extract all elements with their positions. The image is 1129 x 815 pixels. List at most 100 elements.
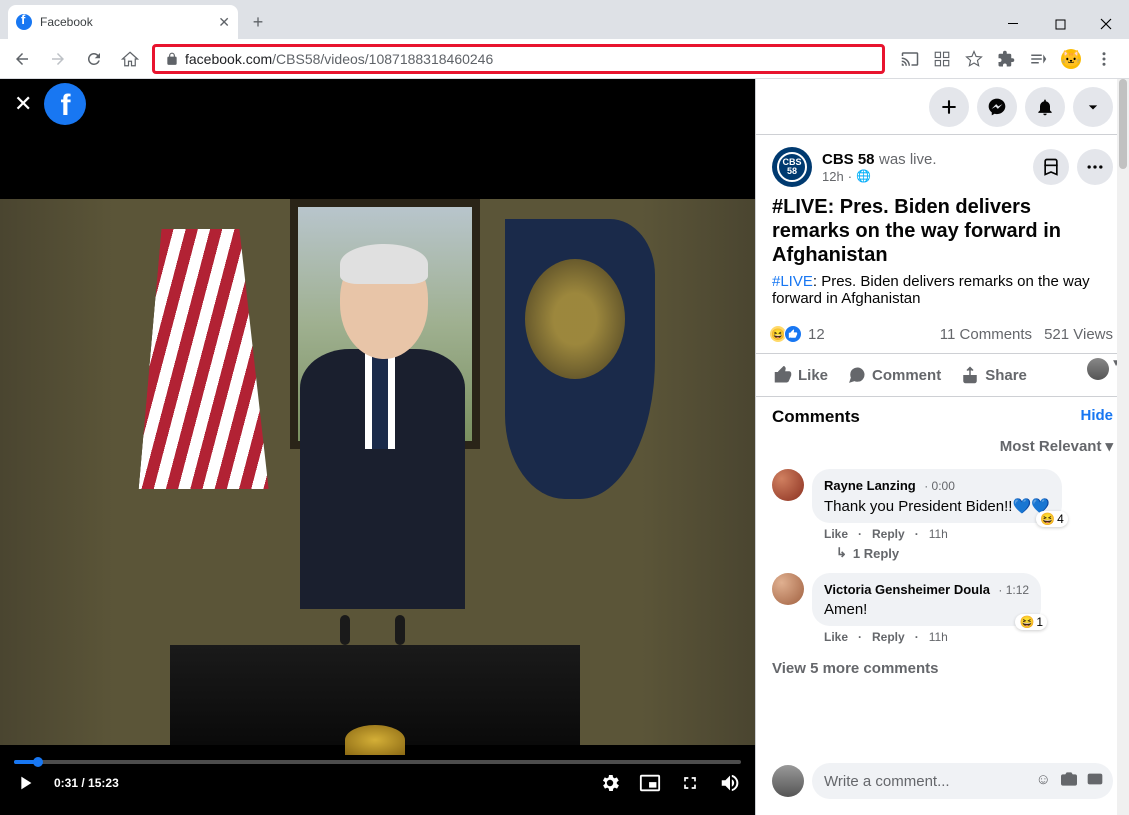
video-seek-bar[interactable] — [14, 760, 741, 764]
my-avatar[interactable] — [772, 765, 804, 797]
camera-icon[interactable] — [1061, 771, 1077, 791]
play-button[interactable] — [14, 772, 36, 794]
cast-icon[interactable] — [901, 50, 919, 68]
close-window-button[interactable] — [1083, 9, 1129, 39]
comment-video-timestamp[interactable]: · 0:00 — [924, 479, 955, 493]
post-description: #LIVE: Pres. Biden delivers remarks on t… — [772, 273, 1113, 307]
browser-tab-strip: Facebook ✕ + — [0, 0, 1129, 39]
globe-icon: 🌐 — [856, 169, 871, 183]
commenter-avatar[interactable] — [772, 573, 804, 605]
comment-item: Victoria Gensheimer Doula · 1:12 Amen! 😆… — [756, 569, 1129, 652]
commenter-name[interactable]: Rayne Lanzing — [824, 478, 916, 493]
post-menu-button[interactable] — [1077, 149, 1113, 185]
facebook-favicon — [16, 14, 32, 30]
player-controls: 0:31 / 15:23 — [0, 760, 755, 815]
fullscreen-icon[interactable] — [679, 772, 701, 794]
save-video-button[interactable] — [1033, 149, 1069, 185]
volume-icon[interactable] — [719, 772, 741, 794]
comment-bubble: Victoria Gensheimer Doula · 1:12 Amen! 😆… — [812, 573, 1041, 626]
comment-input[interactable]: Write a comment... ☺ — [812, 763, 1113, 799]
comment-like-link[interactable]: Like — [824, 527, 848, 541]
vertical-scrollbar[interactable] — [1117, 79, 1129, 815]
extension-grid-icon[interactable] — [933, 50, 951, 68]
comment-item: Rayne Lanzing · 0:00 Thank you President… — [756, 465, 1129, 569]
content-area: ✕ — [0, 79, 1129, 815]
close-player-icon[interactable]: ✕ — [14, 91, 32, 117]
comment-text: Amen! — [824, 601, 1029, 618]
back-button[interactable] — [8, 45, 36, 73]
notifications-button[interactable] — [1025, 87, 1065, 127]
view-replies-toggle[interactable]: ↳ 1 Reply — [812, 541, 1113, 561]
facebook-logo[interactable] — [44, 83, 86, 125]
pip-icon[interactable] — [639, 772, 661, 794]
comment-reaction-badge[interactable]: 😆4 — [1036, 511, 1068, 527]
reading-list-icon[interactable] — [1029, 50, 1047, 68]
commenter-avatar[interactable] — [772, 469, 804, 501]
maximize-button[interactable] — [1037, 9, 1083, 39]
account-dropdown-button[interactable] — [1073, 87, 1113, 127]
comment-video-timestamp[interactable]: · 1:12 — [998, 583, 1029, 597]
share-button[interactable]: Share — [951, 358, 1037, 392]
chevron-down-icon: ▾ — [1105, 437, 1113, 455]
comment-button[interactable]: Comment — [838, 358, 951, 392]
comment-like-link[interactable]: Like — [824, 630, 848, 644]
page-name-link[interactable]: CBS 58 — [822, 151, 875, 168]
player-header: ✕ — [0, 79, 755, 129]
video-player: ✕ — [0, 79, 755, 815]
browser-menu-icon[interactable] — [1095, 50, 1113, 68]
like-reaction-icon — [784, 325, 802, 343]
url-domain: facebook.com — [185, 51, 272, 67]
comment-reaction-badge[interactable]: 😆1 — [1015, 614, 1047, 630]
reaction-icons[interactable]: 😆 — [772, 325, 802, 343]
comment-sort-dropdown[interactable]: Most Relevant ▾ — [756, 433, 1129, 465]
window-controls — [991, 9, 1129, 39]
settings-gear-icon[interactable] — [599, 772, 621, 794]
hide-comments-link[interactable]: Hide — [1080, 407, 1113, 427]
browser-tab-active[interactable]: Facebook ✕ — [8, 5, 238, 39]
forward-button[interactable] — [44, 45, 72, 73]
address-bar[interactable]: facebook.com/CBS58/videos/10871883184602… — [152, 44, 885, 74]
post-action-bar: Like Comment Share ▼ — [756, 354, 1129, 397]
comment-composer: Write a comment... ☺ — [756, 753, 1129, 815]
video-viewport[interactable] — [0, 79, 755, 815]
page-avatar[interactable]: CBS58 — [772, 147, 812, 187]
video-sidebar: CBS58 CBS 58 was live. 12h · 🌐 #LIVE: Pr… — [755, 79, 1129, 815]
browser-toolbar: facebook.com/CBS58/videos/10871883184602… — [0, 39, 1129, 79]
post-title: #LIVE: Pres. Biden delivers remarks on t… — [772, 195, 1113, 267]
create-button[interactable] — [929, 87, 969, 127]
comment-count[interactable]: 11 Comments — [940, 326, 1032, 343]
view-more-comments-link[interactable]: View 5 more comments — [756, 652, 1129, 685]
new-tab-button[interactable]: + — [244, 8, 272, 36]
lock-icon — [165, 52, 179, 66]
extensions-puzzle-icon[interactable] — [997, 50, 1015, 68]
comment-bubble: Rayne Lanzing · 0:00 Thank you President… — [812, 469, 1062, 523]
bookmark-star-icon[interactable] — [965, 50, 983, 68]
comment-age[interactable]: 11h — [929, 527, 948, 541]
post-status: was live. — [879, 151, 937, 168]
toolbar-extension-area: 🐱 — [893, 49, 1121, 69]
facebook-top-nav — [756, 79, 1129, 135]
commenter-name[interactable]: Victoria Gensheimer Doula — [824, 582, 990, 597]
video-time: 0:31 / 15:23 — [54, 776, 119, 790]
extension-badge-icon[interactable]: 🐱 — [1061, 49, 1081, 69]
share-as-avatar[interactable] — [1087, 358, 1109, 380]
view-count: 521 Views — [1044, 326, 1113, 343]
gif-icon[interactable] — [1087, 771, 1103, 791]
emoji-icon[interactable]: ☺ — [1036, 771, 1051, 791]
comment-reply-link[interactable]: Reply — [872, 630, 905, 644]
close-tab-icon[interactable]: ✕ — [218, 14, 230, 31]
post-header: CBS58 CBS 58 was live. 12h · 🌐 #LIVE: Pr… — [756, 135, 1129, 315]
post-timestamp[interactable]: 12h · 🌐 — [822, 169, 1023, 184]
comment-age[interactable]: 11h — [929, 630, 948, 644]
home-button[interactable] — [116, 45, 144, 73]
minimize-button[interactable] — [991, 9, 1037, 39]
messenger-button[interactable] — [977, 87, 1017, 127]
reaction-summary: 😆 12 11 Comments 521 Views — [756, 315, 1129, 354]
reload-button[interactable] — [80, 45, 108, 73]
tab-title: Facebook — [40, 15, 210, 29]
reaction-count[interactable]: 12 — [808, 326, 825, 343]
comments-header: Comments Hide — [756, 397, 1129, 433]
hashtag-link[interactable]: #LIVE — [772, 273, 813, 290]
like-button[interactable]: Like — [764, 358, 838, 392]
comment-reply-link[interactable]: Reply — [872, 527, 905, 541]
